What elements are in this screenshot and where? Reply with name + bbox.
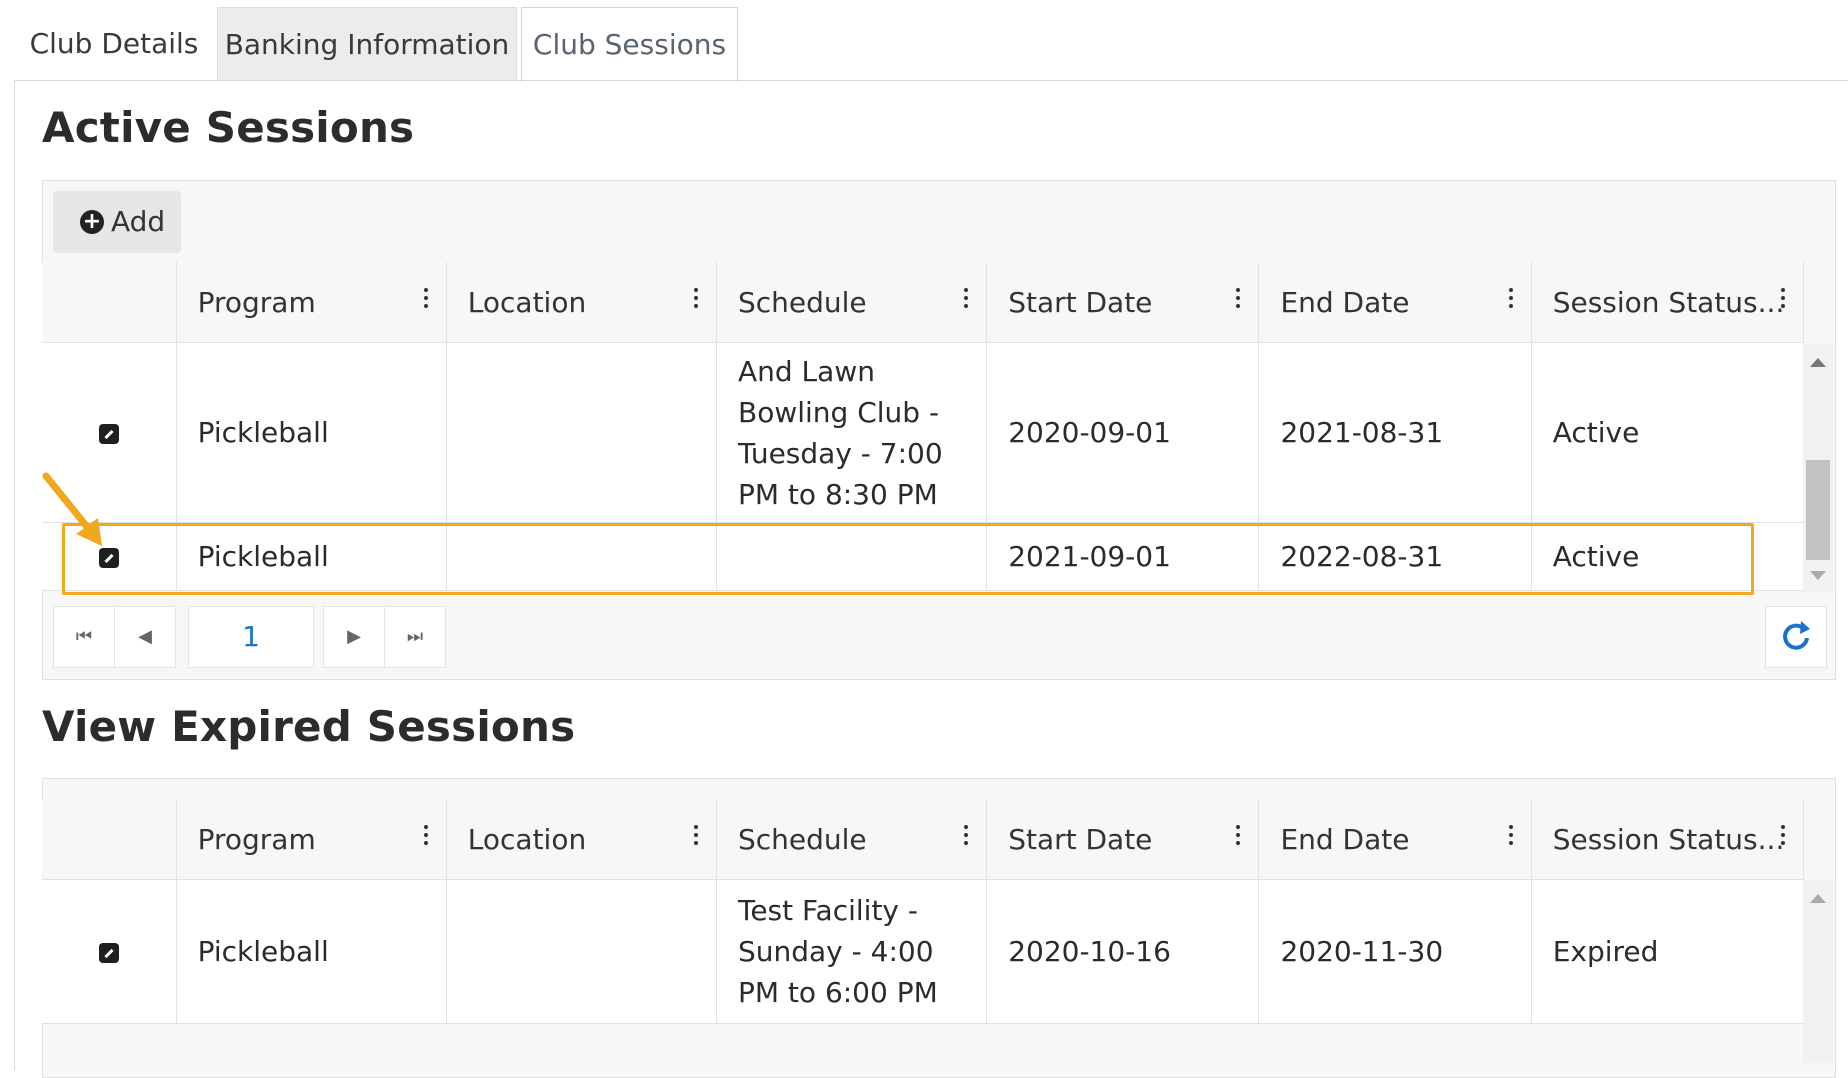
header-end-date[interactable]: End Date — [1258, 799, 1532, 880]
first-page-icon: ⏮ — [75, 626, 93, 647]
table-row[interactable]: Pickleball And Lawn Bowling Club - Tuesd… — [42, 342, 1805, 523]
header-session-status[interactable]: Session Status... — [1531, 799, 1805, 880]
highlighted-row-outline — [62, 523, 1754, 595]
prev-page-icon: ◀ — [138, 626, 152, 647]
vertical-scrollbar[interactable] — [1803, 880, 1833, 1063]
cell-start-date: 2020-10-16 — [986, 879, 1260, 1024]
next-page-button[interactable]: ▶ — [323, 606, 385, 668]
header-schedule[interactable]: Schedule — [716, 799, 988, 880]
menu-dots-icon[interactable] — [1508, 821, 1513, 849]
cell-schedule: Test Facility - Sunday - 4:00 PM to 6:00… — [716, 879, 988, 1024]
first-page-button[interactable]: ⏮ — [53, 606, 115, 668]
header-session-status[interactable]: Session Status... — [1531, 262, 1805, 343]
edit-icon[interactable] — [98, 424, 119, 444]
table-header-row: Program Location Schedule Start Date End… — [42, 799, 1805, 880]
active-sessions-title: Active Sessions — [42, 103, 415, 152]
menu-dots-icon[interactable] — [1236, 821, 1241, 849]
tab-club-details[interactable]: Club Details — [14, 7, 214, 81]
expired-sessions-table: Program Location Schedule Start Date End… — [42, 799, 1805, 1024]
tab-banking-information[interactable]: Banking Information — [217, 7, 517, 81]
cell-schedule: And Lawn Bowling Club - Tuesday - 7:00 P… — [716, 342, 988, 523]
refresh-button[interactable] — [1765, 606, 1827, 668]
scroll-down-icon[interactable] — [1810, 571, 1826, 580]
menu-dots-icon[interactable] — [964, 821, 969, 849]
add-label: Add — [111, 205, 166, 238]
refresh-icon — [1783, 621, 1810, 650]
scrollbar-thumb[interactable] — [1806, 460, 1830, 560]
cell-status: Expired — [1531, 879, 1805, 1024]
header-edit — [42, 262, 177, 343]
menu-dots-icon[interactable] — [1508, 284, 1513, 312]
cell-program: Pickleball — [176, 879, 447, 1024]
header-location[interactable]: Location — [446, 799, 717, 880]
add-button[interactable]: + Add — [53, 191, 181, 253]
edit-icon[interactable] — [98, 943, 119, 963]
header-end-date[interactable]: End Date — [1258, 262, 1532, 343]
menu-dots-icon[interactable] — [1781, 284, 1785, 312]
cell-start-date: 2020-09-01 — [986, 342, 1260, 523]
header-schedule[interactable]: Schedule — [716, 262, 988, 343]
cell-end-date: 2020-11-30 — [1258, 879, 1532, 1024]
cell-program: Pickleball — [176, 342, 447, 523]
menu-dots-icon[interactable] — [1781, 821, 1785, 849]
cell-location — [446, 342, 717, 523]
menu-dots-icon[interactable] — [423, 284, 428, 312]
next-page-icon: ▶ — [347, 626, 361, 647]
header-edit — [42, 799, 177, 880]
prev-page-button[interactable]: ◀ — [114, 606, 176, 668]
annotation-arrow-icon — [42, 472, 102, 546]
table-header-row: Program Location Schedule Start Date End… — [42, 262, 1805, 343]
tab-club-sessions[interactable]: Club Sessions — [521, 7, 738, 82]
cell-location — [446, 879, 717, 1024]
menu-dots-icon[interactable] — [693, 821, 698, 849]
table-row[interactable]: Pickleball Test Facility - Sunday - 4:00… — [42, 879, 1805, 1024]
scroll-up-icon[interactable] — [1810, 894, 1826, 903]
cell-status: Active — [1531, 342, 1805, 523]
expired-sessions-title: View Expired Sessions — [42, 702, 576, 751]
menu-dots-icon[interactable] — [423, 821, 428, 849]
scroll-up-icon[interactable] — [1810, 358, 1826, 367]
menu-dots-icon[interactable] — [693, 284, 698, 312]
vertical-scrollbar[interactable] — [1803, 344, 1833, 592]
page-number: 1 — [242, 620, 260, 653]
edit-cell[interactable] — [42, 879, 177, 1024]
header-program[interactable]: Program — [176, 799, 447, 880]
header-start-date[interactable]: Start Date — [986, 262, 1260, 343]
last-page-icon: ⏭ — [406, 626, 424, 647]
header-location[interactable]: Location — [446, 262, 717, 343]
plus-circle-icon: + — [80, 210, 104, 234]
header-program[interactable]: Program — [176, 262, 447, 343]
menu-dots-icon[interactable] — [1236, 284, 1241, 312]
last-page-button[interactable]: ⏭ — [384, 606, 446, 668]
page-number-button[interactable]: 1 — [188, 606, 314, 668]
cell-end-date: 2021-08-31 — [1258, 342, 1532, 523]
header-start-date[interactable]: Start Date — [986, 799, 1260, 880]
menu-dots-icon[interactable] — [964, 284, 969, 312]
